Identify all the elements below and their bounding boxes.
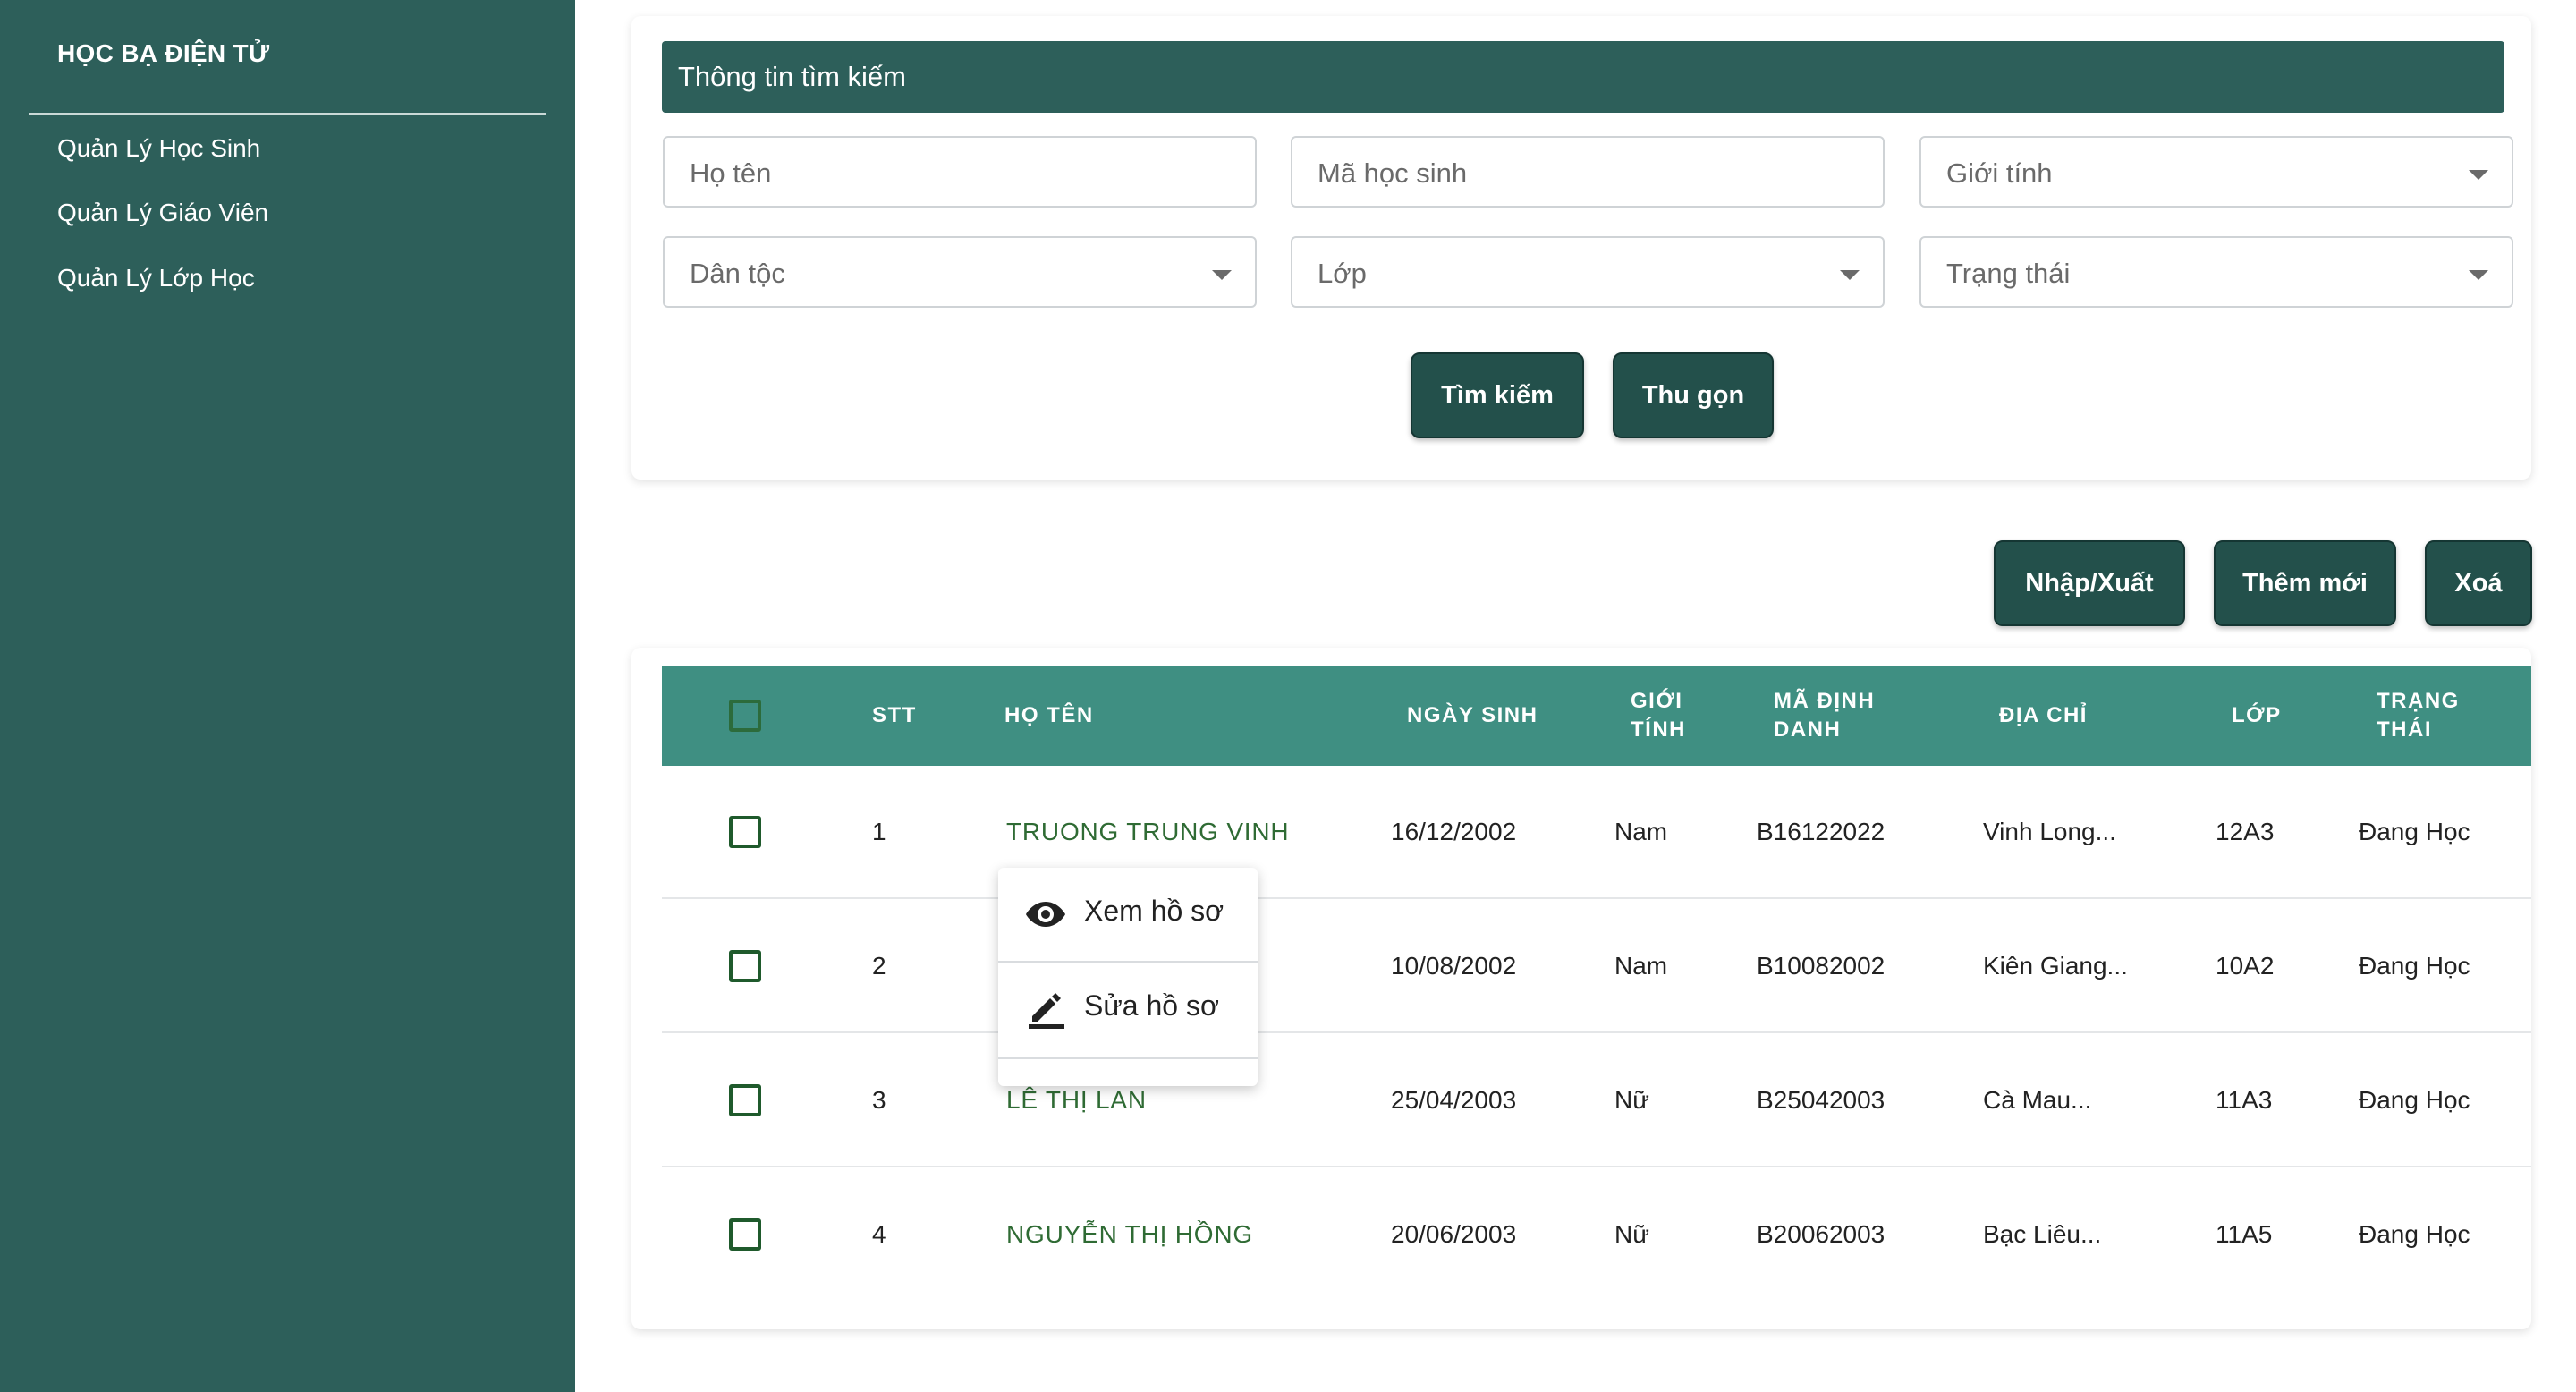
cell-gender: Nam — [1614, 818, 1668, 845]
cell-stt: 2 — [872, 952, 886, 980]
sidebar-divider — [29, 113, 546, 115]
cell-address: Vinh Long... — [1983, 818, 2116, 845]
cell-status: Đang Học — [2359, 952, 2470, 980]
column-header-id-line2: DANH — [1774, 717, 1842, 742]
column-header-gender-line1: GIỚI — [1631, 689, 1683, 713]
ethnicity-select-label: Dân tộc — [690, 258, 785, 289]
cell-status: Đang Học — [2359, 1086, 2470, 1114]
eye-icon — [1026, 902, 1065, 927]
cell-dob: 10/08/2002 — [1391, 952, 1517, 980]
row-checkbox[interactable] — [729, 1084, 761, 1116]
name-input[interactable]: Họ tên — [663, 136, 1257, 208]
pencil-icon — [1029, 993, 1064, 1029]
row-divider — [662, 897, 2531, 899]
column-header-dob: NGÀY SINH — [1407, 703, 1538, 727]
status-select-label: Trạng thái — [1946, 258, 2071, 289]
cell-id: B20062003 — [1757, 1220, 1885, 1248]
cell-name[interactable]: TRUONG TRUNG VINH — [1006, 818, 1289, 846]
cell-id: B25042003 — [1757, 1086, 1885, 1114]
collapse-button[interactable]: Thu gọn — [1613, 352, 1774, 438]
search-button[interactable]: Tìm kiếm — [1411, 352, 1584, 438]
name-input-placeholder: Họ tên — [690, 157, 772, 189]
cell-address: Kiên Giang... — [1983, 952, 2128, 980]
cell-stt: 1 — [872, 818, 886, 845]
class-select[interactable]: Lớp — [1291, 236, 1885, 308]
import-export-button[interactable]: Nhập/Xuất — [1994, 540, 2185, 626]
column-header-stt: STT — [872, 703, 917, 727]
column-header-status-line2: THÁI — [2377, 717, 2432, 742]
row-checkbox[interactable] — [729, 816, 761, 848]
student-id-input-placeholder: Mã học sinh — [1318, 157, 1468, 189]
chevron-down-icon — [2469, 170, 2488, 180]
chevron-down-icon — [1840, 270, 1860, 280]
app-title: HỌC BẠ ĐIỆN TỬ — [57, 39, 270, 67]
cell-name[interactable]: NGUYỄN THỊ HỒNG — [1006, 1220, 1253, 1249]
row-divider — [662, 1166, 2531, 1167]
column-header-address: ĐỊA CHỈ — [1999, 703, 2088, 727]
cell-gender: Nữ — [1614, 1086, 1649, 1114]
gender-select-label: Giới tính — [1946, 157, 2053, 189]
chevron-down-icon — [1212, 270, 1232, 280]
class-select-label: Lớp — [1318, 258, 1367, 289]
student-id-input[interactable]: Mã học sinh — [1291, 136, 1885, 208]
cell-address: Bạc Liêu... — [1983, 1220, 2102, 1248]
cell-class: 11A5 — [2216, 1220, 2273, 1248]
column-header-id-line1: MÃ ĐỊNH — [1774, 689, 1876, 713]
select-all-checkbox[interactable] — [729, 700, 761, 732]
column-header-gender: GIỚI TÍNH — [1631, 687, 1686, 744]
sidebar: HỌC BẠ ĐIỆN TỬ Quản Lý Học Sinh Quản Lý … — [0, 0, 575, 1392]
column-header-name: HỌ TÊN — [1004, 703, 1094, 727]
cell-id: B10082002 — [1757, 952, 1885, 980]
gender-select[interactable]: Giới tính — [1919, 136, 2513, 208]
view-profile-label: Xem hồ sơ — [1084, 895, 1224, 927]
table-header: STT HỌ TÊN NGÀY SINH GIỚI TÍNH MÃ ĐỊNH D… — [662, 666, 2531, 766]
column-header-id: MÃ ĐỊNH DANH — [1774, 687, 1875, 744]
column-header-class: LỚP — [2232, 703, 2282, 727]
sidebar-item-classes[interactable]: Quản Lý Lớp Học — [57, 264, 255, 293]
delete-button[interactable]: Xoá — [2425, 540, 2532, 626]
cell-gender: Nam — [1614, 952, 1668, 980]
cell-stt: 3 — [872, 1086, 886, 1114]
view-profile-menu-item[interactable]: Xem hồ sơ — [998, 868, 1258, 961]
edit-profile-menu-item[interactable]: Sửa hồ sơ — [998, 963, 1258, 1056]
ethnicity-select[interactable]: Dân tộc — [663, 236, 1257, 308]
search-header: Thông tin tìm kiếm — [662, 41, 2504, 113]
row-checkbox[interactable] — [729, 950, 761, 982]
row-context-menu: Xem hồ sơ Sửa hồ sơ — [998, 868, 1258, 1086]
row-divider — [662, 1031, 2531, 1033]
menu-divider — [998, 1057, 1258, 1059]
cell-dob: 20/06/2003 — [1391, 1220, 1517, 1248]
chevron-down-icon — [2469, 270, 2488, 280]
cell-class: 10A2 — [2216, 952, 2275, 980]
cell-dob: 16/12/2002 — [1391, 818, 1517, 845]
sidebar-item-teachers[interactable]: Quản Lý Giáo Viên — [57, 199, 268, 227]
column-header-status: TRẠNG THÁI — [2377, 687, 2460, 744]
add-new-button[interactable]: Thêm mới — [2214, 540, 2396, 626]
row-checkbox[interactable] — [729, 1218, 761, 1251]
sidebar-item-students[interactable]: Quản Lý Học Sinh — [57, 134, 260, 163]
cell-class: 11A3 — [2216, 1086, 2273, 1114]
edit-profile-label: Sửa hồ sơ — [1084, 989, 1219, 1022]
column-header-gender-line2: TÍNH — [1631, 717, 1686, 742]
cell-status: Đang Học — [2359, 1220, 2470, 1248]
cell-status: Đang Học — [2359, 818, 2470, 845]
cell-gender: Nữ — [1614, 1220, 1649, 1248]
cell-name[interactable]: LÊ THỊ LAN — [1006, 1086, 1147, 1115]
column-header-status-line1: TRẠNG — [2377, 689, 2460, 713]
search-header-title: Thông tin tìm kiếm — [678, 61, 906, 92]
cell-dob: 25/04/2003 — [1391, 1086, 1517, 1114]
cell-id: B16122022 — [1757, 818, 1885, 845]
status-select[interactable]: Trạng thái — [1919, 236, 2513, 308]
cell-address: Cà Mau... — [1983, 1086, 2092, 1114]
cell-stt: 4 — [872, 1220, 886, 1248]
cell-class: 12A3 — [2216, 818, 2275, 845]
